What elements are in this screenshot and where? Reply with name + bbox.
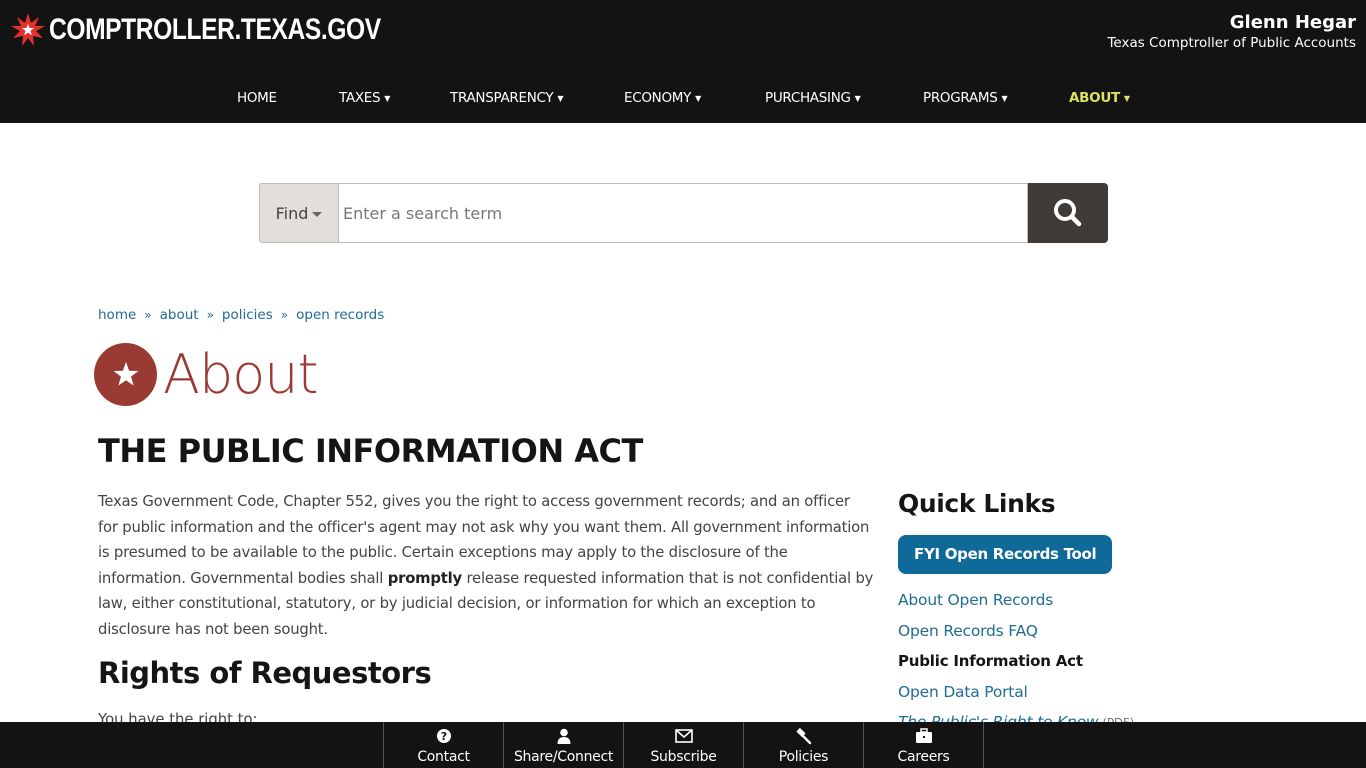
quick-link-public-information-act: Public Information Act [898, 652, 1083, 670]
nav-economy-label: ECONOMY [624, 90, 692, 106]
user-icon [557, 726, 571, 746]
officer-title: Texas Comptroller of Public Accounts [1107, 35, 1356, 51]
quick-link-open-records-faq[interactable]: Open Records FAQ [898, 616, 1158, 647]
nav-taxes[interactable]: TAXES ▼ [339, 90, 390, 106]
site-logo[interactable]: COMPTROLLER.TEXAS.GOV [10, 12, 454, 48]
breadcrumb-separator: » [280, 308, 289, 322]
search-bar: Find [259, 183, 1108, 243]
breadcrumb: home » about » policies » open records [98, 307, 384, 323]
star-burst-icon [11, 13, 45, 46]
briefcase-icon [915, 726, 933, 746]
caret-down-icon: ▼ [557, 93, 564, 103]
footer-careers-label: Careers [897, 749, 950, 765]
quick-link-open-data-portal[interactable]: Open Data Portal [898, 677, 1158, 708]
page-title: THE PUBLIC INFORMATION ACT [98, 432, 643, 470]
quick-links: Quick Links FYI Open Records Tool About … [898, 488, 1158, 739]
section-title: About [163, 342, 319, 406]
nav-home-label: HOME [237, 90, 277, 106]
caret-down-icon: ▼ [854, 93, 861, 103]
footer-share-label: Share/Connect [513, 749, 614, 765]
main-nav: HOME TAXES ▼ TRANSPARENCY ▼ ECONOMY ▼ PURCH… [0, 80, 1366, 120]
site-name: COMPTROLLER.TEXAS.GOV [49, 13, 381, 46]
gavel-icon [795, 726, 813, 746]
officer-info: Glenn Hegar Texas Comptroller of Public … [1107, 12, 1356, 52]
star-icon [94, 343, 157, 406]
find-label: Find [275, 203, 309, 223]
nav-taxes-label: TAXES [339, 90, 381, 106]
nav-purchasing-label: PURCHASING [765, 90, 851, 106]
breadcrumb-home[interactable]: home [98, 307, 136, 323]
nav-transparency-label: TRANSPARENCY [450, 90, 554, 106]
footer-toolbar: ? Contact Share/Connect Subscribe Polici… [0, 722, 1366, 768]
officer-name: Glenn Hegar [1229, 12, 1356, 33]
intro-paragraph: Texas Government Code, Chapter 552, give… [98, 489, 874, 643]
intro-bold: promptly [387, 569, 462, 587]
footer-subscribe-label: Subscribe [650, 749, 717, 765]
nav-home[interactable]: HOME [237, 90, 277, 106]
nav-programs-label: PROGRAMS [923, 90, 998, 106]
section-header: About [94, 342, 319, 406]
breadcrumb-separator: » [144, 308, 152, 322]
svg-text:?: ? [440, 730, 446, 743]
caret-down-icon: ▼ [695, 93, 701, 103]
footer-policies-label: Policies [778, 749, 829, 765]
nav-transparency[interactable]: TRANSPARENCY ▼ [450, 90, 563, 106]
caret-down-icon: ▼ [384, 93, 391, 103]
breadcrumb-about[interactable]: about [160, 307, 199, 323]
footer-contact[interactable]: ? Contact [384, 722, 504, 768]
nav-programs[interactable]: PROGRAMS ▼ [923, 90, 1008, 106]
nav-about-label: ABOUT [1069, 90, 1120, 106]
footer-policies[interactable]: Policies [744, 722, 864, 768]
breadcrumb-separator: » [206, 308, 214, 322]
caret-down-icon: ▼ [1123, 93, 1130, 103]
quick-links-list: About Open Records Open Records FAQ Publ… [898, 585, 1158, 739]
rights-heading: Rights of Requestors [98, 656, 432, 690]
envelope-icon [674, 726, 693, 746]
nav-purchasing[interactable]: PURCHASING ▼ [765, 90, 861, 106]
quick-link-about-open-records[interactable]: About Open Records [898, 585, 1158, 616]
search-icon [1054, 199, 1082, 227]
caret-down-icon [312, 211, 323, 217]
question-circle-icon: ? [436, 726, 452, 746]
breadcrumb-open-records[interactable]: open records [296, 307, 384, 323]
caret-down-icon: ▼ [1001, 93, 1008, 103]
search-button[interactable] [1028, 183, 1108, 243]
find-dropdown[interactable]: Find [259, 183, 338, 243]
nav-about[interactable]: ABOUT ▼ [1069, 90, 1130, 106]
breadcrumb-policies[interactable]: policies [222, 307, 273, 323]
site-header: COMPTROLLER.TEXAS.GOV Glenn Hegar Texas … [0, 0, 1366, 123]
nav-economy[interactable]: ECONOMY ▼ [624, 90, 701, 106]
fyi-open-records-button[interactable]: FYI Open Records Tool [898, 535, 1113, 574]
search-input[interactable] [338, 183, 1028, 243]
footer-share-connect[interactable]: Share/Connect [504, 722, 624, 768]
footer-careers[interactable]: Careers [864, 722, 984, 768]
footer-contact-label: Contact [417, 749, 470, 765]
footer-subscribe[interactable]: Subscribe [624, 722, 744, 768]
quick-links-title: Quick Links [898, 489, 1056, 518]
